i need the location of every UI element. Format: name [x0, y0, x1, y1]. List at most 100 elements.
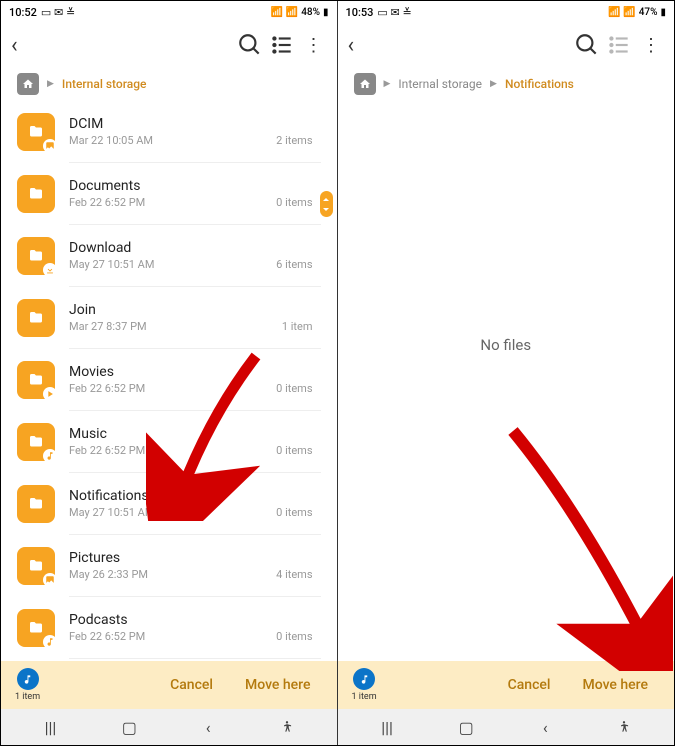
home-icon[interactable] — [17, 73, 39, 95]
folder-list-empty: No files — [338, 101, 675, 661]
folder-icon — [17, 423, 55, 461]
folder-name: DCIM — [69, 116, 313, 132]
cancel-button[interactable]: Cancel — [496, 677, 563, 693]
folder-count: 0 items — [276, 630, 312, 643]
notif-icons: ▭ ✉ ≚ — [41, 6, 75, 19]
image-badge-icon — [43, 139, 57, 153]
folder-date: Mar 22 10:05 AM — [69, 134, 153, 147]
battery-icon: ▮ — [660, 7, 666, 18]
folder-count: 0 items — [276, 506, 312, 519]
folder-row[interactable]: Documents Feb 22 6:52 PM 0 items — [1, 163, 337, 225]
folder-icon — [17, 237, 55, 275]
folder-name: Notifications — [69, 488, 313, 504]
folder-icon — [17, 113, 55, 151]
cancel-button[interactable]: Cancel — [158, 677, 225, 693]
back-button-nav[interactable]: ‹ — [193, 718, 223, 737]
breadcrumb[interactable]: ▶ Internal storage — [1, 67, 337, 101]
folder-name: Download — [69, 240, 313, 256]
folder-date: May 27 10:51 AM — [69, 506, 154, 519]
selected-item-thumb[interactable]: 1 item — [352, 668, 377, 702]
folder-row[interactable]: Podcasts Feb 22 6:52 PM 0 items — [1, 597, 337, 659]
signal-icons: 📶 📶 — [271, 7, 298, 18]
notif-icons: ▭ ✉ ≚ — [377, 6, 411, 19]
folder-name: Join — [69, 302, 313, 318]
music-file-icon — [353, 668, 375, 690]
folder-name: Movies — [69, 364, 313, 380]
folder-row[interactable]: Notifications May 27 10:51 AM 0 items — [1, 473, 337, 535]
folder-name: Documents — [69, 178, 313, 194]
back-button-nav[interactable]: ‹ — [530, 718, 560, 737]
search-icon[interactable] — [574, 32, 600, 58]
folder-date: May 26 2:33 PM — [69, 568, 148, 581]
thumb-label: 1 item — [352, 692, 377, 702]
folder-icon — [17, 175, 55, 213]
clock: 10:52 — [9, 6, 37, 19]
clock: 10:53 — [346, 6, 374, 19]
more-icon[interactable]: ⋮ — [638, 32, 664, 58]
back-button[interactable]: ‹ — [11, 33, 35, 58]
folder-count: 6 items — [276, 258, 312, 271]
battery-text: 47% — [639, 7, 658, 18]
folder-icon — [17, 299, 55, 337]
breadcrumb-parent[interactable]: Internal storage — [398, 77, 482, 91]
view-icon[interactable] — [606, 32, 632, 58]
folder-name: Pictures — [69, 550, 313, 566]
folder-list: DCIM Mar 22 10:05 AM 2 items Documents F… — [1, 101, 337, 661]
folder-count: 0 items — [276, 196, 312, 209]
folder-date: Feb 22 6:52 PM — [69, 382, 145, 395]
download-badge-icon — [43, 263, 57, 277]
back-button[interactable]: ‹ — [348, 33, 372, 58]
thumb-label: 1 item — [15, 692, 40, 702]
folder-count: 2 items — [276, 134, 312, 147]
music-badge-icon — [43, 635, 57, 649]
empty-state: No files — [338, 101, 675, 661]
view-icon[interactable] — [269, 32, 295, 58]
top-bar: ‹ ⋮ — [338, 23, 675, 67]
breadcrumb-current[interactable]: Internal storage — [62, 77, 147, 91]
move-here-button[interactable]: Move here — [233, 677, 323, 693]
play-badge-icon — [43, 387, 57, 401]
folder-count: 0 items — [276, 382, 312, 395]
folder-count: 0 items — [276, 444, 312, 457]
signal-icons: 📶 📶 — [608, 7, 635, 18]
battery-icon: ▮ — [323, 7, 329, 18]
scroll-handle[interactable] — [320, 191, 333, 217]
folder-icon — [17, 361, 55, 399]
recents-button[interactable]: ||| — [372, 718, 402, 737]
search-icon[interactable] — [237, 32, 263, 58]
accessibility-button[interactable] — [272, 720, 302, 734]
folder-row[interactable]: Movies Feb 22 6:52 PM 0 items — [1, 349, 337, 411]
status-bar: 10:52 ▭ ✉ ≚ 📶 📶 48% ▮ — [1, 1, 337, 23]
folder-date: Mar 27 8:37 PM — [69, 320, 147, 333]
folder-icon — [17, 609, 55, 647]
folder-name: Music — [69, 426, 313, 442]
folder-icon — [17, 485, 55, 523]
breadcrumb[interactable]: ▶ Internal storage ▶ Notifications — [338, 67, 675, 101]
music-badge-icon — [43, 449, 57, 463]
breadcrumb-current[interactable]: Notifications — [505, 77, 574, 91]
action-bar: 1 item Cancel Move here — [1, 661, 337, 709]
folder-row[interactable]: Download May 27 10:51 AM 6 items — [1, 225, 337, 287]
folder-count: 1 item — [282, 320, 313, 333]
selected-item-thumb[interactable]: 1 item — [15, 668, 40, 702]
chevron-icon: ▶ — [47, 79, 54, 89]
chevron-icon: ▶ — [384, 79, 391, 89]
home-icon[interactable] — [354, 73, 376, 95]
accessibility-button[interactable] — [609, 720, 639, 734]
folder-row[interactable]: Music Feb 22 6:52 PM 0 items — [1, 411, 337, 473]
chevron-icon: ▶ — [490, 79, 497, 89]
home-button[interactable]: ▢ — [451, 718, 481, 737]
recents-button[interactable]: ||| — [35, 718, 65, 737]
folder-date: Feb 22 6:52 PM — [69, 630, 145, 643]
image-badge-icon — [43, 573, 57, 587]
home-button[interactable]: ▢ — [114, 718, 144, 737]
more-icon[interactable]: ⋮ — [301, 32, 327, 58]
action-bar: 1 item Cancel Move here — [338, 661, 675, 709]
top-bar: ‹ ⋮ — [1, 23, 337, 67]
folder-date: Feb 22 6:52 PM — [69, 196, 145, 209]
folder-date: Feb 22 6:52 PM — [69, 444, 145, 457]
folder-row[interactable]: Pictures May 26 2:33 PM 4 items — [1, 535, 337, 597]
folder-row[interactable]: DCIM Mar 22 10:05 AM 2 items — [1, 101, 337, 163]
move-here-button[interactable]: Move here — [570, 677, 660, 693]
folder-row[interactable]: Join Mar 27 8:37 PM 1 item — [1, 287, 337, 349]
